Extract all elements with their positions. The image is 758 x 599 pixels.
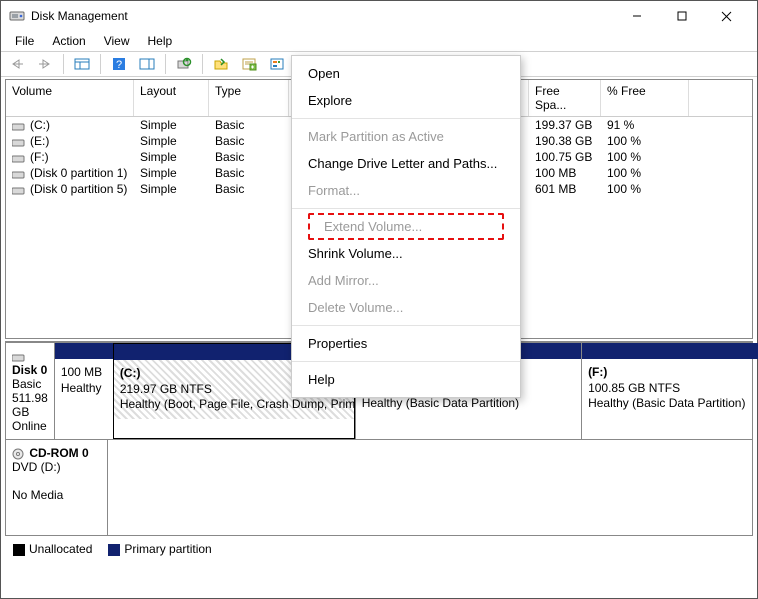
show-hide-console-tree-button[interactable] — [70, 53, 94, 75]
partition-block-f[interactable]: (F:)100.85 GB NTFSHealthy (Basic Data Pa… — [581, 343, 758, 439]
swatch-unallocated — [13, 544, 25, 556]
app-icon — [9, 8, 25, 24]
close-button[interactable] — [704, 1, 749, 31]
volume-name: (Disk 0 partition 5) — [30, 182, 127, 196]
show-hide-action-pane-button[interactable] — [135, 53, 159, 75]
partition-block[interactable]: 100 MBHealthy — [55, 343, 113, 439]
refresh-icon[interactable] — [172, 53, 196, 75]
swatch-primary — [108, 544, 120, 556]
col-volume[interactable]: Volume — [6, 80, 134, 116]
properties-icon[interactable] — [237, 53, 261, 75]
cdrom-info[interactable]: CD-ROM 0 DVD (D:) No Media — [6, 440, 108, 535]
ctx-shrink-volume[interactable]: Shrink Volume... — [292, 240, 520, 267]
cdrom-track — [108, 440, 752, 535]
title-bar: Disk Management — [1, 1, 757, 31]
disk-title: Disk 0 — [12, 363, 47, 377]
ctx-format: Format... — [292, 177, 520, 204]
ctx-add-mirror: Add Mirror... — [292, 267, 520, 294]
col-layout[interactable]: Layout — [134, 80, 209, 116]
ctx-help[interactable]: Help — [292, 366, 520, 393]
settings-icon[interactable] — [265, 53, 289, 75]
svg-text:?: ? — [116, 59, 122, 71]
volume-name: (C:) — [30, 118, 50, 132]
ctx-explore[interactable]: Explore — [292, 87, 520, 114]
menu-view[interactable]: View — [96, 32, 138, 50]
ctx-mark-active: Mark Partition as Active — [292, 123, 520, 150]
menu-file[interactable]: File — [7, 32, 42, 50]
menu-help[interactable]: Help — [140, 32, 181, 50]
col-type[interactable]: Type — [209, 80, 289, 116]
open-icon[interactable] — [209, 53, 233, 75]
ctx-open[interactable]: Open — [292, 60, 520, 87]
cdrom-title: CD-ROM 0 — [29, 446, 88, 460]
disk-0-info[interactable]: Disk 0 Basic 511.98 GB Online — [6, 343, 55, 439]
ctx-delete-volume: Delete Volume... — [292, 294, 520, 321]
back-button[interactable] — [5, 53, 29, 75]
menu-bar: File Action View Help — [1, 31, 757, 51]
legend: Unallocated Primary partition — [5, 536, 753, 562]
col-pct-free[interactable]: % Free — [601, 80, 689, 116]
context-menu: Open Explore Mark Partition as Active Ch… — [291, 55, 521, 398]
minimize-button[interactable] — [614, 1, 659, 31]
volume-name: (Disk 0 partition 1) — [30, 166, 127, 180]
maximize-button[interactable] — [659, 1, 704, 31]
help-button[interactable]: ? — [107, 53, 131, 75]
volume-name: (E:) — [30, 134, 49, 148]
disk-management-window: Disk Management File Action View Help ? … — [0, 0, 758, 599]
ctx-change-drive-letter[interactable]: Change Drive Letter and Paths... — [292, 150, 520, 177]
forward-button[interactable] — [33, 53, 57, 75]
ctx-extend-volume-highlight: Extend Volume... — [308, 213, 504, 240]
ctx-extend-volume: Extend Volume... — [324, 219, 488, 234]
ctx-properties[interactable]: Properties — [292, 330, 520, 357]
volume-name: (F:) — [30, 150, 49, 164]
window-title: Disk Management — [31, 9, 614, 23]
col-free-space[interactable]: Free Spa... — [529, 80, 601, 116]
cdrom-row: CD-ROM 0 DVD (D:) No Media — [5, 440, 753, 536]
menu-action[interactable]: Action — [44, 32, 93, 50]
